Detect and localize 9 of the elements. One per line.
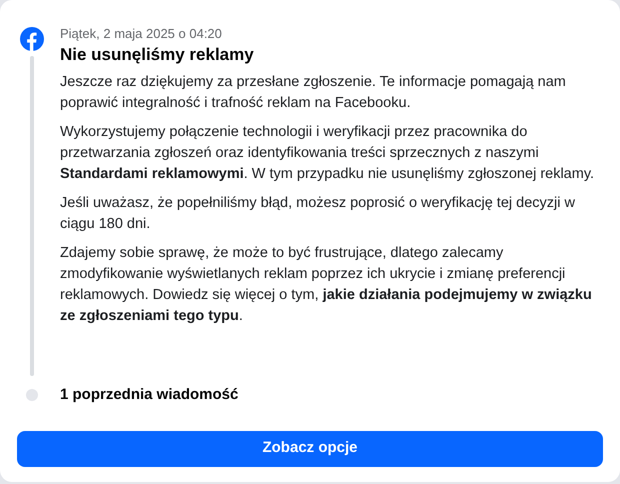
message-paragraph: Jeszcze raz dziękujemy za przesłane zgłoszenie. Te informacje pomagają nam poprawić integralność i trafność reklam na Facebooku.: [60, 73, 567, 113]
message-paragraph: Zdajemy sobie sprawę, że może to być frustrujące, dlatego zalecamy zmodyfikowanie wyświetlanych reklam poprzez ich ukrycie i zmianę preferencji reklamowych. Dowiedz się więcej o tym, jakie działania podejmujemy w związku ze zgłoszeniami tego typu.: [60, 244, 593, 326]
message-paragraph: Wykorzystujemy połączenie technologii i weryfikacji przez pracownika do przetwarzania zgłoszeń oraz identyfikowania treści sprzecznych z naszymi Standardami reklamowymi. W tym przypadku nie usunęliśmy zgłoszonej reklamy.: [60, 123, 596, 184]
message-title: Nie usunęliśmy reklamy: [60, 44, 255, 66]
message-date: Piątek, 2 maja 2025 o 04:20: [60, 26, 223, 42]
message-paragraph: Jeśli uważasz, że popełniliśmy błąd, możesz poprosić o weryfikację tej decyzji w ciągu 180 dni.: [60, 194, 576, 234]
previous-messages-link[interactable]: 1 poprzednia wiadomość: [60, 384, 238, 406]
logo-icon: [20, 27, 44, 51]
see-options-button[interactable]: Zobacz opcje: [17, 430, 603, 466]
